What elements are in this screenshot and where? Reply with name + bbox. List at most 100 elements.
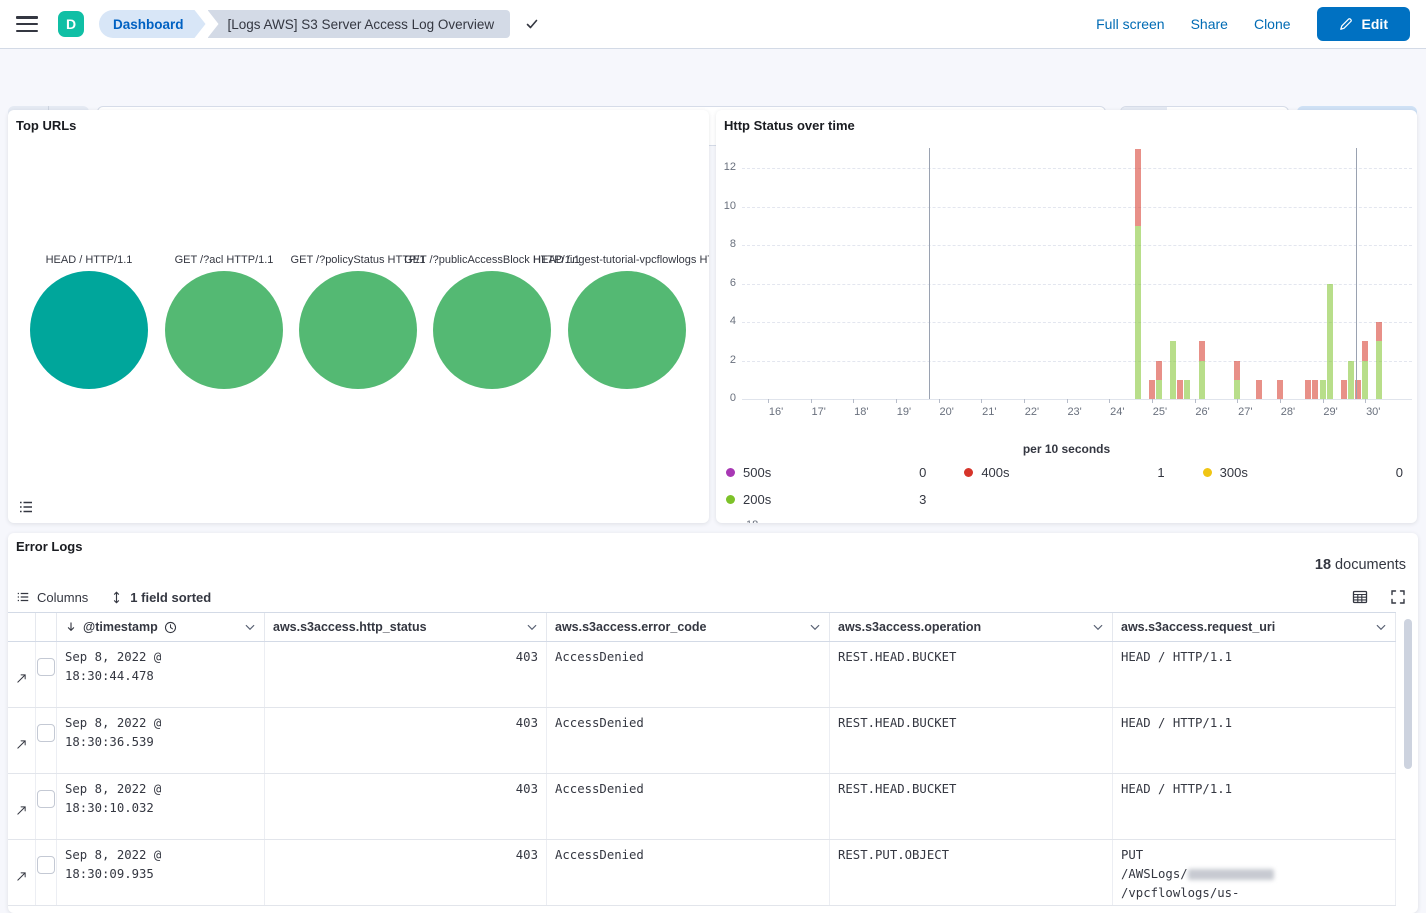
expand-row-icon[interactable] — [15, 716, 28, 773]
bar-segment-200s[interactable] — [1376, 341, 1382, 399]
sort-fields-button[interactable]: 1 field sorted — [110, 590, 211, 605]
pie-chart[interactable] — [165, 271, 283, 389]
bar-segment-200s[interactable] — [1156, 380, 1162, 399]
expand-row-icon[interactable] — [15, 782, 28, 839]
x-axis-tick-label: 20' — [939, 406, 953, 418]
sort-icon — [110, 591, 123, 604]
bar-segment-200s[interactable] — [1327, 284, 1333, 400]
edit-button[interactable]: Edit — [1317, 7, 1410, 41]
x-axis-tickmark — [896, 399, 897, 403]
legend-dot-icon — [1203, 468, 1212, 477]
share-button[interactable]: Share — [1191, 16, 1228, 32]
check-icon — [524, 16, 540, 32]
display-options-icon[interactable] — [1352, 589, 1368, 605]
row-checkbox[interactable] — [37, 658, 55, 676]
legend-item[interactable]: 500s0 — [726, 465, 930, 480]
expand-row-icon[interactable] — [15, 848, 28, 905]
chevron-down-icon[interactable] — [809, 621, 821, 633]
x-axis-tickmark — [981, 399, 982, 403]
bar-segment-400s[interactable] — [1156, 361, 1162, 380]
pie-chart[interactable] — [433, 271, 551, 389]
cell-operation: REST.PUT.OBJECT — [830, 840, 1113, 905]
row-select-cell — [36, 840, 57, 905]
bar-segment-400s[interactable] — [1234, 361, 1240, 380]
bar-segment-400s[interactable] — [1277, 380, 1283, 399]
table-row: Sep 8, 2022 @ 18:30:10.032403AccessDenie… — [8, 774, 1396, 840]
column-header-timestamp[interactable]: @timestamp — [57, 613, 265, 641]
pie-label: GET /?acl HTTP/1.1 — [175, 254, 274, 266]
chevron-down-icon[interactable] — [1092, 621, 1104, 633]
x-axis-tickmark — [939, 399, 940, 403]
pie-chart[interactable] — [568, 271, 686, 389]
time-marker-line — [1356, 148, 1357, 399]
table-row: Sep 8, 2022 @ 18:30:44.478403AccessDenie… — [8, 642, 1396, 708]
clone-button[interactable]: Clone — [1254, 16, 1291, 32]
x-axis-tickmark — [1365, 399, 1366, 403]
chevron-down-icon[interactable] — [526, 621, 538, 633]
space-avatar[interactable]: D — [58, 11, 84, 37]
row-checkbox[interactable] — [37, 856, 55, 874]
panel-top-urls: Top URLs HEAD / HTTP/1.1GET /?acl HTTP/1… — [8, 110, 709, 523]
y-axis-tick-label: 10 — [718, 200, 736, 212]
bar-segment-400s[interactable] — [1305, 380, 1311, 399]
plot-area — [742, 148, 1412, 399]
row-checkbox[interactable] — [37, 790, 55, 808]
bar-segment-400s[interactable] — [1376, 322, 1382, 341]
column-header-http-status[interactable]: aws.s3access.http_status — [265, 613, 547, 641]
bar-segment-400s[interactable] — [1177, 380, 1183, 399]
full-screen-button[interactable]: Full screen — [1096, 16, 1164, 32]
bar-segment-200s[interactable] — [1362, 361, 1368, 400]
top-navigation: D Dashboard [Logs AWS] S3 Server Access … — [0, 0, 1426, 49]
legend-item[interactable]: 200s3 — [726, 492, 930, 507]
x-axis-tickmark — [853, 399, 854, 403]
expand-row-icon[interactable] — [15, 650, 28, 707]
breadcrumb-dashboard[interactable]: Dashboard — [99, 10, 206, 38]
bar-segment-200s[interactable] — [1170, 341, 1176, 399]
pie-chart[interactable] — [30, 271, 148, 389]
bar-segment-400s[interactable] — [1312, 380, 1318, 399]
bar-segment-200s[interactable] — [1199, 361, 1205, 400]
columns-button[interactable]: Columns — [16, 590, 88, 605]
bar-segment-400s[interactable] — [1199, 341, 1205, 360]
fullscreen-icon[interactable] — [1390, 589, 1406, 605]
bar-segment-400s[interactable] — [1256, 380, 1262, 399]
bar-segment-200s[interactable] — [1234, 380, 1240, 399]
nav-actions: Full screen Share Clone Edit — [1096, 7, 1410, 41]
cell-error-code: AccessDenied — [547, 840, 830, 905]
legend-dot-icon — [964, 468, 973, 477]
cell-http-status: 403 — [265, 708, 547, 773]
bar-segment-200s[interactable] — [1135, 226, 1141, 399]
time-marker-line — [929, 148, 930, 399]
sort-desc-icon — [65, 621, 77, 633]
legend-value: 0 — [1396, 465, 1407, 480]
legend-toggle-icon[interactable] — [18, 499, 34, 515]
chevron-down-icon[interactable] — [1375, 621, 1387, 633]
bar-segment-200s[interactable] — [1348, 361, 1354, 400]
bar-segment-400s[interactable] — [1135, 149, 1141, 226]
cell-operation: REST.HEAD.BUCKET — [830, 642, 1113, 707]
cell-operation: REST.HEAD.BUCKET — [830, 774, 1113, 839]
column-header-operation[interactable]: aws.s3access.operation — [830, 613, 1113, 641]
bar-segment-400s[interactable] — [1149, 380, 1155, 399]
row-checkbox[interactable] — [37, 724, 55, 742]
row-expand-cell — [8, 774, 36, 839]
bar-segment-400s[interactable] — [1362, 341, 1368, 360]
http-status-chart[interactable]: 02468101216'17'18'19'20'21'22'23'24'25'2… — [716, 110, 1417, 523]
bar-segment-400s[interactable] — [1341, 380, 1347, 399]
cell-operation: REST.HEAD.BUCKET — [830, 708, 1113, 773]
bar-segment-200s[interactable] — [1184, 380, 1190, 399]
menu-icon[interactable] — [16, 16, 38, 32]
legend-value: 3 — [919, 492, 930, 507]
bar-segment-200s[interactable] — [1320, 380, 1326, 399]
legend-dot-icon — [726, 468, 735, 477]
panel-title: Top URLs — [16, 118, 76, 133]
legend-item[interactable]: 300s0 — [1203, 465, 1407, 480]
column-header-request-uri[interactable]: aws.s3access.request_uri — [1113, 613, 1396, 641]
chevron-down-icon[interactable] — [244, 621, 256, 633]
pie-chart[interactable] — [299, 271, 417, 389]
breadcrumb-current[interactable]: [Logs AWS] S3 Server Access Log Overview — [208, 10, 511, 38]
legend-item[interactable]: 400s1 — [964, 465, 1168, 480]
column-header-error-code[interactable]: aws.s3access.error_code — [547, 613, 830, 641]
x-axis-tick-label: 24' — [1110, 406, 1124, 418]
table-scrollbar[interactable] — [1404, 619, 1412, 769]
